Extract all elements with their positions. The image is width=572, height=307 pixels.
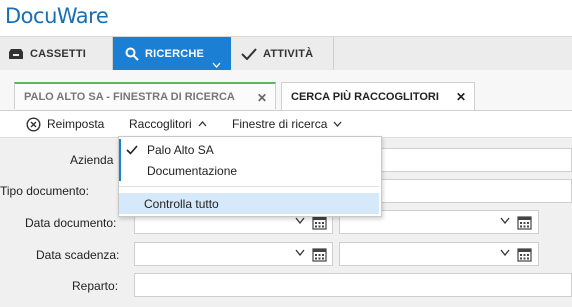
reset-icon [26, 116, 41, 132]
chevron-down-icon[interactable] [295, 249, 305, 256]
tab-palo-alto-search[interactable]: PALO ALTO SA - FINESTRA DI RICERCA ✕ [14, 82, 276, 109]
chevron-down-icon[interactable] [295, 217, 305, 224]
tab-label: CERCA PIÙ RACCOGLITORI [291, 90, 439, 103]
calendar-icon[interactable] [312, 215, 327, 230]
due-date-from-field[interactable] [134, 242, 333, 266]
department-field[interactable] [134, 273, 572, 297]
main-nav: CASSETTI RICERCHE ATTIVITÀ [0, 36, 572, 71]
calendar-icon[interactable] [517, 247, 532, 262]
tab-strip: PALO ALTO SA - FINESTRA DI RICERCA ✕ CER… [0, 70, 572, 111]
department-label: Reparto: [72, 279, 119, 293]
company-label: Azienda [70, 153, 114, 167]
close-icon[interactable]: ✕ [456, 90, 466, 104]
logo-bar: DocuWare [0, 0, 572, 36]
doc-type-label: Tipo documento: [0, 184, 89, 198]
chevron-down-icon[interactable] [500, 217, 510, 224]
cabinet-item-documentazione[interactable]: Documentazione [119, 160, 381, 181]
nav-ricerche-label: RICERCHE [145, 47, 205, 60]
search-icon [125, 47, 139, 61]
calendar-icon[interactable] [517, 215, 532, 230]
reset-button[interactable]: Reimposta [26, 111, 104, 137]
nav-cassetti-label: CASSETTI [30, 47, 86, 60]
toolbar: Reimposta Raccoglitori Finestre di ricer… [0, 111, 572, 138]
chevron-down-icon[interactable] [500, 249, 510, 256]
chevron-down-icon [333, 121, 342, 127]
cabinet-item-label: Documentazione [147, 163, 238, 178]
cabinets-dropdown[interactable]: Raccoglitori [129, 111, 207, 137]
due-date-to-field[interactable] [339, 242, 539, 266]
cabinets-label: Raccoglitori [129, 117, 192, 131]
nav-ricerche[interactable]: RICERCHE [113, 37, 231, 70]
search-windows-dropdown[interactable]: Finestre di ricerca [232, 111, 342, 137]
tab-multi-cabinet-search[interactable]: CERCA PIÙ RACCOGLITORI ✕ [281, 82, 475, 110]
nav-attivita[interactable]: ATTIVITÀ [231, 37, 334, 70]
cabinet-item-palo-alto[interactable]: Palo Alto SA [119, 139, 381, 160]
chevron-up-icon [198, 121, 207, 127]
nav-attivita-label: ATTIVITÀ [263, 47, 314, 60]
company-field[interactable] [379, 148, 572, 172]
close-icon[interactable]: ✕ [257, 91, 267, 105]
cabinets-menu: Palo Alto SA Documentazione Controlla tu… [118, 136, 382, 217]
menu-divider [119, 186, 379, 187]
cabinet-item-label: Palo Alto SA [147, 142, 214, 157]
search-windows-label: Finestre di ricerca [232, 117, 328, 131]
check-all-button[interactable]: Controlla tutto [119, 193, 379, 214]
docuware-logo: DocuWare [5, 4, 109, 28]
doc-type-field[interactable] [379, 179, 572, 203]
checkmark-icon [126, 144, 138, 155]
check-all-label: Controlla tutto [144, 196, 219, 211]
drawer-icon [9, 48, 23, 59]
tab-label: PALO ALTO SA - FINESTRA DI RICERCA [24, 90, 235, 103]
chevron-down-icon[interactable] [212, 62, 221, 68]
checkmark-icon [241, 47, 257, 60]
due-date-label: Data scadenza: [36, 248, 120, 262]
doc-date-label: Data documento: [25, 216, 117, 230]
reset-label: Reimposta [47, 117, 105, 131]
nav-cassetti[interactable]: CASSETTI [0, 37, 113, 70]
calendar-icon[interactable] [312, 247, 327, 262]
